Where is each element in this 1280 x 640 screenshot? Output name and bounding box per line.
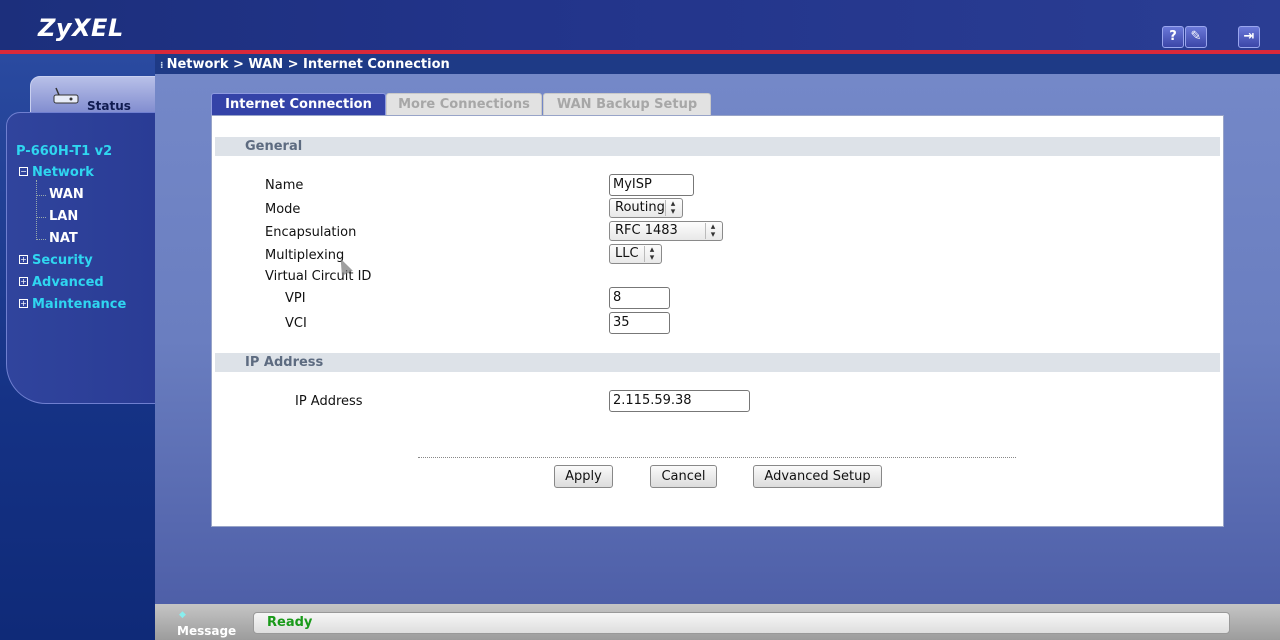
help-icon[interactable]: ? xyxy=(1162,26,1184,48)
message-icon: ◆ xyxy=(179,610,186,620)
vci-input[interactable]: 35 xyxy=(609,312,670,334)
section-ip-address: IP Address xyxy=(215,353,1220,372)
breadcrumb-text: Network > WAN > Internet Connection xyxy=(166,57,450,72)
sidebar-item-maintenance[interactable]: Maintenance xyxy=(32,297,126,312)
status-tab-label: Status xyxy=(87,99,131,113)
name-input[interactable]: MyISP xyxy=(609,174,694,196)
message-text: Ready xyxy=(267,615,313,630)
encapsulation-label: Encapsulation xyxy=(265,225,357,240)
separator xyxy=(418,457,1016,458)
wizard-icon[interactable]: ✎ xyxy=(1185,26,1207,48)
advanced-setup-button[interactable]: Advanced Setup xyxy=(753,465,882,488)
section-general: General xyxy=(215,137,1220,156)
ip-address-label: IP Address xyxy=(295,394,363,409)
mode-label: Mode xyxy=(265,202,301,217)
tree-line xyxy=(36,180,37,240)
ip-address-input[interactable]: 2.115.59.38 xyxy=(609,390,750,412)
breadcrumb: ⁝ Network > WAN > Internet Connection xyxy=(160,57,450,72)
multiplexing-value: LLC xyxy=(615,246,639,261)
multiplexing-label: Multiplexing xyxy=(265,248,345,263)
tree-line xyxy=(36,195,46,196)
content-panel xyxy=(211,115,1224,527)
sidebar-item-lan[interactable]: LAN xyxy=(49,209,78,224)
vci-label: VCI xyxy=(285,316,307,331)
device-model[interactable]: P-660H-T1 v2 xyxy=(16,144,112,159)
section-ip-title: IP Address xyxy=(245,355,324,370)
vpi-label: VPI xyxy=(285,291,306,306)
select-arrows-icon: ▴ ▾ xyxy=(665,200,680,217)
logout-icon[interactable]: ⇥ xyxy=(1238,26,1260,48)
vpi-input[interactable]: 8 xyxy=(609,287,670,309)
sidebar-item-network[interactable]: Network xyxy=(32,165,94,180)
encapsulation-value: RFC 1483 xyxy=(615,223,678,238)
mode-value: Routing xyxy=(615,200,665,215)
router-icon xyxy=(53,87,79,104)
banner-stripe xyxy=(0,50,1280,54)
zyxel-logo: ZyXEL xyxy=(38,14,124,42)
tree-line xyxy=(36,239,46,240)
collapse-icon[interactable]: − xyxy=(19,167,28,176)
mode-select[interactable]: Routing ▴ ▾ xyxy=(609,198,683,218)
encapsulation-select[interactable]: RFC 1483 ▴ ▾ xyxy=(609,221,723,241)
expand-icon[interactable]: + xyxy=(19,299,28,308)
select-arrows-icon: ▴ ▾ xyxy=(705,223,720,240)
tab-internet-connection[interactable]: Internet Connection xyxy=(211,93,386,117)
cancel-button[interactable]: Cancel xyxy=(650,465,717,488)
expand-icon[interactable]: + xyxy=(19,277,28,286)
section-general-title: General xyxy=(245,139,303,154)
sidebar-item-nat[interactable]: NAT xyxy=(49,231,78,246)
message-label: Message xyxy=(177,624,237,638)
apply-button[interactable]: Apply xyxy=(554,465,613,488)
sidebar-item-wan[interactable]: WAN xyxy=(49,187,84,202)
name-label: Name xyxy=(265,178,304,193)
sidebar-item-advanced[interactable]: Advanced xyxy=(32,275,104,290)
sidebar-item-security[interactable]: Security xyxy=(32,253,93,268)
message-box xyxy=(253,612,1230,634)
select-arrows-icon: ▴ ▾ xyxy=(644,246,659,263)
tab-wan-backup-setup[interactable]: WAN Backup Setup xyxy=(543,93,711,117)
multiplexing-select[interactable]: LLC ▴ ▾ xyxy=(609,244,662,264)
tree-line xyxy=(36,217,46,218)
tab-more-connections[interactable]: More Connections xyxy=(386,93,542,117)
virtual-circuit-id-label: Virtual Circuit ID xyxy=(265,269,372,284)
top-banner xyxy=(0,0,1280,54)
expand-icon[interactable]: + xyxy=(19,255,28,264)
